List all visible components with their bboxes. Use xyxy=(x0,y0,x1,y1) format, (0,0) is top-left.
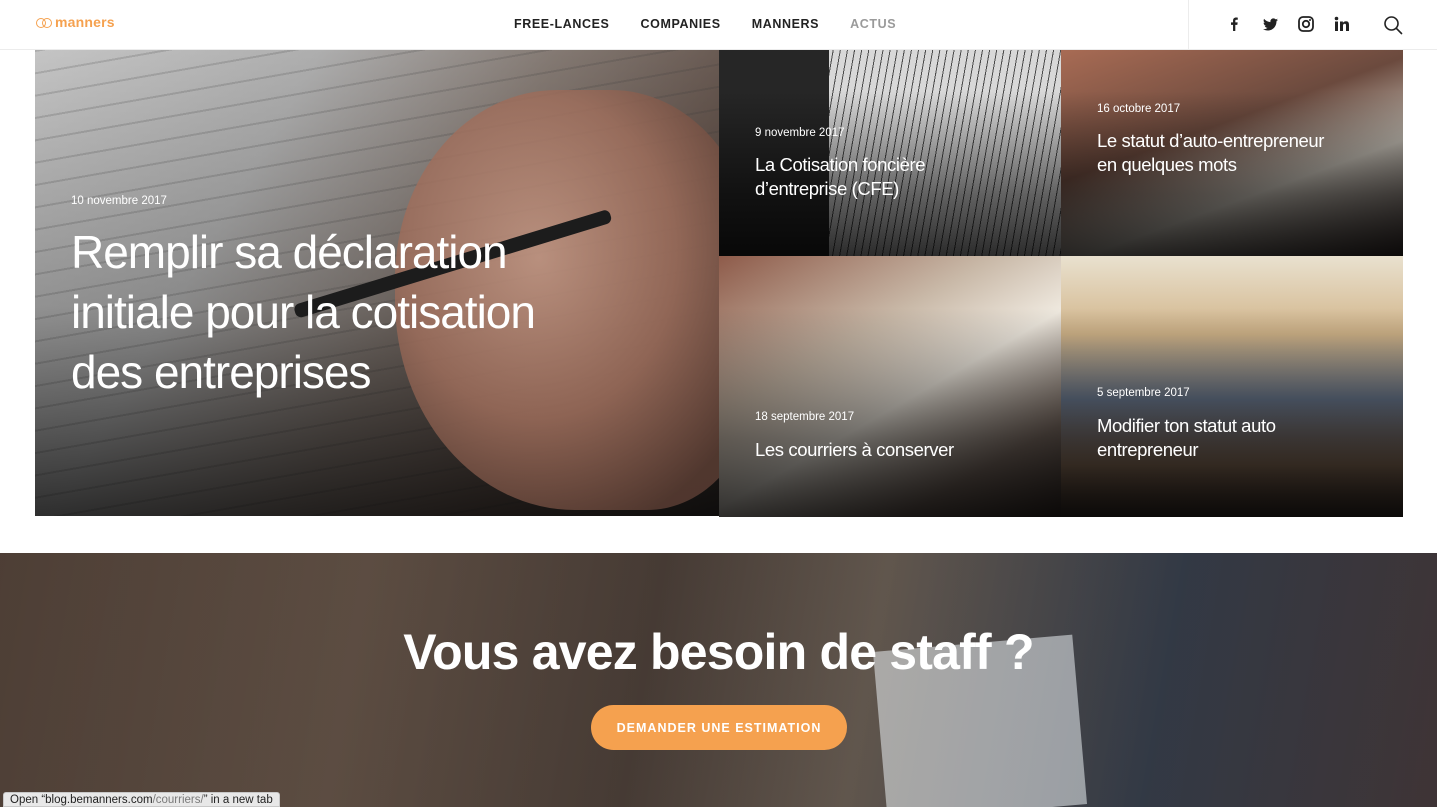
post-date: 16 octobre 2017 xyxy=(1097,103,1181,115)
post-title[interactable]: Le statut d’auto-entrepreneur en quelque… xyxy=(1097,129,1337,177)
logo[interactable]: manners xyxy=(36,14,115,30)
linkedin-icon[interactable] xyxy=(1333,15,1351,33)
nav-actus[interactable]: ACTUS xyxy=(850,17,896,31)
cta-title: Vous avez besoin de staff ? xyxy=(403,624,1034,680)
featured-post-title[interactable]: Remplir sa déclaration initiale pour la … xyxy=(71,222,551,402)
post-date: 18 septembre 2017 xyxy=(755,411,855,423)
post-date: 5 septembre 2017 xyxy=(1097,387,1190,399)
twitter-icon[interactable] xyxy=(1261,15,1279,33)
staff-cta-banner: Vous avez besoin de staff ? DEMANDER UNE… xyxy=(0,553,1437,807)
request-estimate-button[interactable]: DEMANDER UNE ESTIMATION xyxy=(591,705,847,750)
post-date: 9 novembre 2017 xyxy=(755,127,845,139)
featured-post-date: 10 novembre 2017 xyxy=(71,195,167,207)
nav-companies[interactable]: COMPANIES xyxy=(641,17,721,31)
status-path: /courriers/ xyxy=(152,794,204,806)
nav-free-lances[interactable]: FREE-LANCES xyxy=(514,17,610,31)
logo-mark-icon xyxy=(36,17,52,28)
post-overlay xyxy=(719,256,1061,517)
social-links xyxy=(1225,15,1351,33)
status-suffix: ” in a new tab xyxy=(203,794,273,806)
header-divider xyxy=(1188,0,1189,50)
instagram-icon[interactable] xyxy=(1297,15,1315,33)
post-title[interactable]: Modifier ton statut auto entrepreneur xyxy=(1097,414,1337,462)
status-prefix: Open “blog.bemanners.com xyxy=(10,794,153,806)
post-title[interactable]: Les courriers à conserver xyxy=(755,438,995,462)
site-header: manners FREE-LANCES COMPANIES MANNERS AC… xyxy=(0,0,1437,50)
post-card-modifier-statut[interactable]: 5 septembre 2017 Modifier ton statut aut… xyxy=(1061,256,1403,517)
browser-status-bar: Open “blog.bemanners.com/courriers/” in … xyxy=(3,792,280,807)
main-nav: FREE-LANCES COMPANIES MANNERS ACTUS xyxy=(514,17,896,31)
logo-text: manners xyxy=(55,14,115,30)
facebook-icon[interactable] xyxy=(1225,15,1243,33)
post-card-auto-entrepreneur[interactable]: 16 octobre 2017 Le statut d’auto-entrepr… xyxy=(1061,50,1403,256)
post-card-courriers[interactable]: 18 septembre 2017 Les courriers à conser… xyxy=(719,256,1061,517)
nav-manners[interactable]: MANNERS xyxy=(752,17,819,31)
featured-post-card[interactable]: 10 novembre 2017 Remplir sa déclaration … xyxy=(35,50,719,516)
search-icon[interactable] xyxy=(1383,15,1403,35)
post-card-cfe[interactable]: 9 novembre 2017 La Cotisation foncière d… xyxy=(719,50,1061,256)
post-title[interactable]: La Cotisation foncière d’entreprise (CFE… xyxy=(755,153,995,201)
